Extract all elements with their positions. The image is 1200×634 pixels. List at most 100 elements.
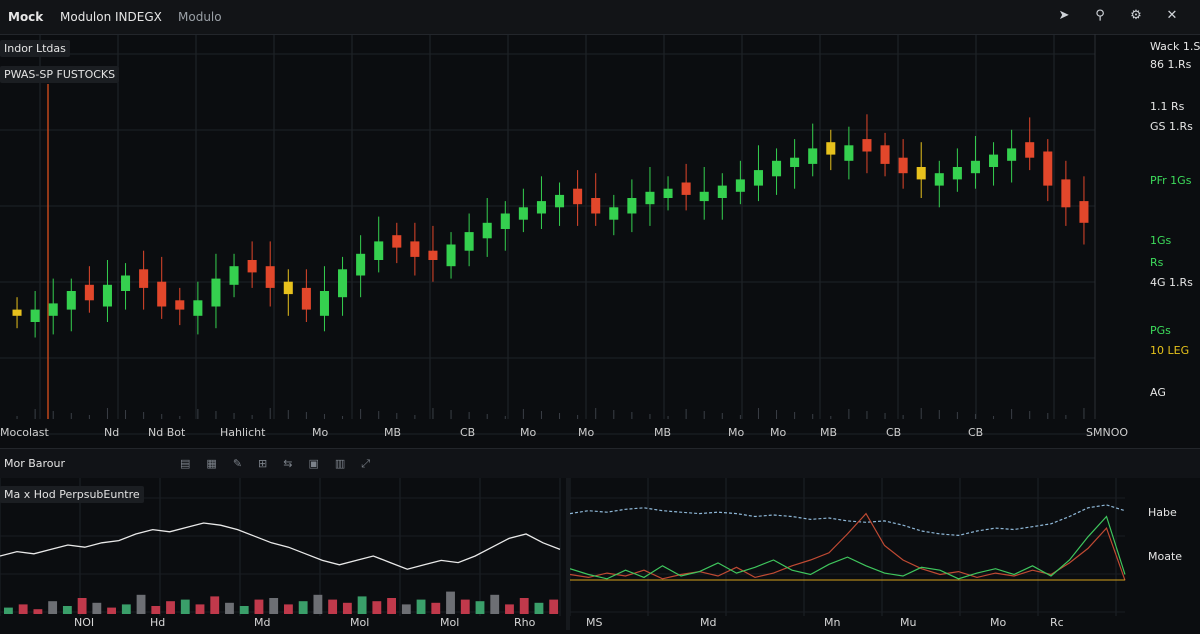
- candle-body: [500, 213, 510, 229]
- candlestick-chart[interactable]: [0, 34, 1200, 444]
- indicator-tag[interactable]: Indor Ltdas: [0, 40, 70, 57]
- layout-icon[interactable]: ▣: [308, 457, 318, 471]
- volume-bar: [342, 602, 352, 614]
- time-label: SMNOO: [1086, 426, 1129, 439]
- cursor-icon[interactable]: ➤: [1056, 8, 1072, 24]
- close-icon[interactable]: ✕: [1164, 8, 1180, 24]
- time-label: Mo: [770, 426, 787, 439]
- candle-body: [211, 278, 221, 307]
- symbol-selector[interactable]: Modulon INDEGX: [60, 10, 162, 24]
- time-label: CB: [968, 426, 984, 439]
- top-icons: ➤ ⚲ ⚙ ✕: [1056, 8, 1180, 24]
- volume-bar: [416, 599, 426, 614]
- chart-icon[interactable]: ▦: [206, 457, 216, 471]
- time-label: Nd: [104, 426, 120, 439]
- candle-body: [464, 232, 474, 251]
- candle-body: [229, 266, 239, 285]
- candle-body: [536, 201, 546, 214]
- volume-bar: [254, 599, 264, 614]
- indicator-icon[interactable]: ⊞: [258, 457, 267, 471]
- volume-bar: [121, 604, 131, 614]
- candle-body: [1079, 201, 1089, 223]
- candle-body: [66, 291, 76, 310]
- right-time-label: Rc: [1050, 616, 1064, 629]
- candle-body: [102, 284, 112, 307]
- candle-body: [338, 269, 348, 298]
- candle-body: [645, 191, 655, 205]
- left-time-label: Rho: [514, 616, 536, 629]
- volume-bar: [298, 601, 308, 614]
- draw-icon[interactable]: ✎: [233, 457, 242, 471]
- candle-body: [681, 182, 691, 195]
- lower-left-panel[interactable]: Ma x Hod PerpsubEuntre NOI Hd Md Mol Mol Rho: [0, 478, 566, 630]
- candle-body: [410, 241, 420, 257]
- volume-bar: [210, 596, 220, 614]
- candle-body: [30, 309, 40, 322]
- settings-icon[interactable]: ⚙: [1128, 8, 1144, 24]
- volume-bar: [151, 606, 161, 614]
- mode-selector[interactable]: Modulo: [178, 10, 222, 24]
- candle-body: [772, 160, 782, 177]
- candle-body: [844, 145, 854, 161]
- candle-body: [283, 281, 293, 295]
- template-icon[interactable]: ▥: [335, 457, 345, 471]
- candle-body: [428, 250, 438, 260]
- left-time-label: Md: [254, 616, 271, 629]
- price-label[interactable]: 4G 1.Rs: [1150, 276, 1193, 289]
- time-label: Hahlicht: [220, 426, 266, 439]
- time-label: Nd Bot: [148, 426, 186, 439]
- price-label[interactable]: AG: [1150, 386, 1166, 399]
- candle-body: [808, 148, 818, 164]
- candle-body: [717, 185, 727, 198]
- candle-body: [591, 198, 601, 214]
- series-line: [0, 522, 561, 570]
- volume-bar: [357, 596, 367, 614]
- candle-body: [627, 198, 637, 214]
- volume-bar: [475, 601, 485, 614]
- volume-bar: [180, 599, 190, 614]
- left-legend: Ma x Hod PerpsubEuntre: [0, 486, 144, 503]
- candle-body: [319, 291, 329, 316]
- candle-body: [157, 281, 167, 307]
- price-label[interactable]: 10 LEG: [1150, 344, 1189, 357]
- study-tag[interactable]: PWAS-SP FUSTOCKS: [0, 66, 120, 83]
- price-label[interactable]: GS 1.Rs: [1150, 120, 1193, 133]
- lower-right-panel[interactable]: Habe Moate MS Md Mn Mu Mo Rc: [569, 478, 1200, 630]
- price-label[interactable]: PFr 1Gs: [1150, 174, 1191, 187]
- compare-icon[interactable]: ⇆: [283, 457, 292, 471]
- time-label: Mo: [520, 426, 537, 439]
- candle-body: [699, 191, 709, 202]
- candle-body: [518, 207, 528, 220]
- volume-bar: [401, 604, 411, 614]
- candle-body: [898, 157, 908, 174]
- volume-bar: [328, 599, 338, 614]
- volume-bar: [225, 602, 234, 614]
- time-label: MB: [820, 426, 838, 439]
- candle-body: [555, 194, 565, 208]
- volume-bar: [549, 599, 559, 614]
- bell-icon[interactable]: ⚲: [1092, 8, 1108, 24]
- candle-body: [609, 207, 619, 220]
- list-icon[interactable]: ▤: [180, 457, 190, 471]
- volume-bar: [48, 601, 58, 614]
- price-label[interactable]: 86 1.Rs: [1150, 58, 1191, 71]
- price-label[interactable]: Wack 1.SNX: [1150, 40, 1200, 53]
- volume-bar: [33, 609, 43, 614]
- price-label[interactable]: Rs: [1150, 256, 1163, 269]
- candle-body: [247, 260, 257, 273]
- price-label[interactable]: PGs: [1150, 324, 1171, 337]
- right-time-label: Mu: [900, 616, 917, 629]
- candle-body: [374, 241, 384, 260]
- series-line: [569, 504, 1126, 537]
- toolbar-icons: ▤ ▦ ✎ ⊞ ⇆ ▣ ▥ ⤢: [180, 457, 370, 471]
- main-chart-panel[interactable]: Indor Ltdas PWAS-SP FUSTOCKS Wack 1.SNX 8…: [0, 34, 1200, 444]
- price-label[interactable]: 1Gs: [1150, 234, 1171, 247]
- volume-bar: [431, 602, 441, 614]
- line-chart-right[interactable]: [569, 478, 1200, 630]
- right-time-label: MS: [586, 616, 603, 629]
- candle-body: [989, 154, 999, 167]
- volume-bar: [62, 606, 72, 614]
- fullscreen-icon[interactable]: ⤢: [361, 457, 370, 471]
- price-label[interactable]: 1.1 Rs: [1150, 100, 1184, 113]
- volume-bar: [387, 598, 396, 614]
